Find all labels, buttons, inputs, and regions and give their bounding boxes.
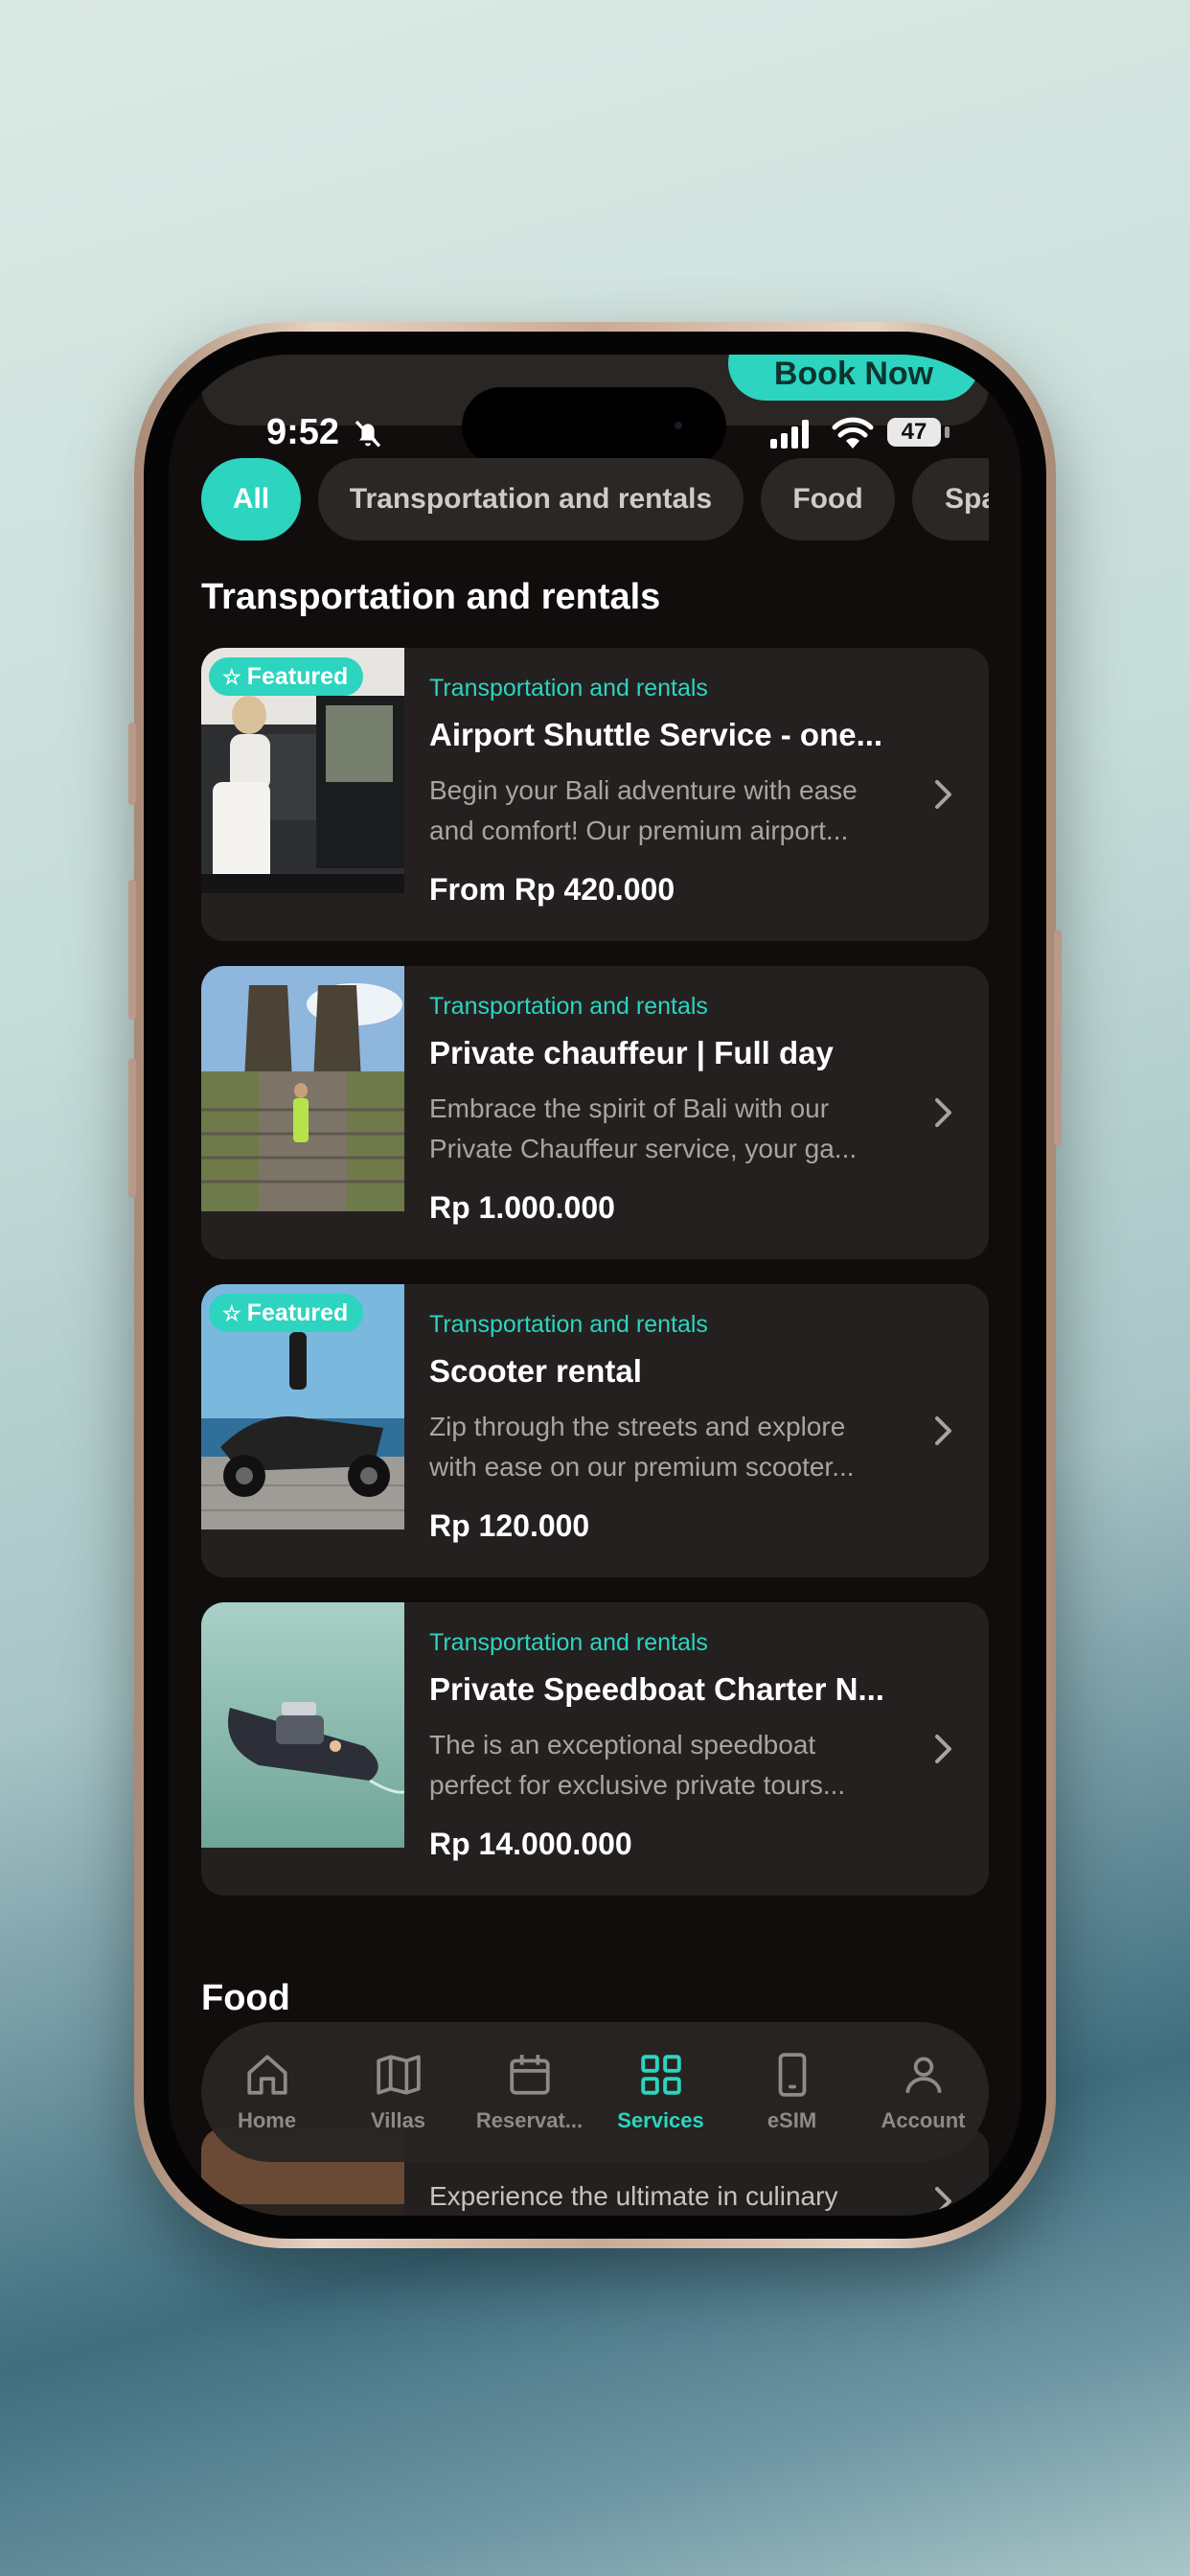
card-price: Rp 1.000.000 (429, 1190, 615, 1225)
battery-indicator: 47 (887, 418, 941, 447)
service-thumbnail (201, 966, 404, 1211)
service-card[interactable]: ☆ Featured Transportation and rentals Air… (201, 648, 989, 941)
card-description: The is an exceptional speedboat perfect … (429, 1725, 908, 1806)
card-description-line: Private Chauffeur service, your ga... (429, 1134, 858, 1163)
power-button (1054, 930, 1062, 1146)
service-card[interactable]: Transportation and rentals Private chauf… (201, 966, 989, 1259)
section-title-transportation: Transportation and rentals (201, 577, 661, 617)
card-description-line: and comfort! Our premium airport... (429, 816, 849, 845)
status-time: 9:52 (266, 412, 340, 452)
nav-account[interactable]: Account (858, 2022, 989, 2162)
nav-label: Services (617, 2108, 704, 2132)
nav-services[interactable]: Services (595, 2022, 726, 2162)
section-title-food: Food (201, 1978, 290, 2018)
app-screen: Book Now 9:52 47 All Transportation and … (169, 355, 1021, 2216)
filter-chip-all[interactable]: All (201, 458, 301, 540)
nav-label: Account (881, 2108, 966, 2132)
card-price: Rp 14.000.000 (429, 1827, 632, 1861)
card-title: Private Speedboat Charter N... (429, 1671, 884, 1707)
featured-badge: ☆ Featured (209, 657, 364, 696)
filter-chips: All Transportation and rentals Food Spa (201, 458, 989, 540)
card-description: Begin your Bali adventure with ease and … (429, 770, 908, 851)
featured-label: Featured (246, 663, 349, 690)
chevron-right-icon (935, 780, 951, 809)
featured-badge: ☆ Featured (209, 1294, 364, 1332)
filter-chip-food[interactable]: Food (761, 458, 895, 540)
map-icon (377, 2055, 421, 2095)
card-category: Transportation and rentals (429, 675, 708, 702)
nav-label: Home (237, 2108, 297, 2132)
home-icon (247, 2055, 287, 2095)
card-description: Experience the ultimate in culinary (429, 2181, 838, 2211)
card-description-line: Embrace the spirit of Bali with our (429, 1093, 830, 1123)
volume-down-button (128, 1058, 136, 1198)
card-description-line: perfect for exclusive private tours... (429, 1770, 846, 1800)
book-now-button[interactable]: Book Now (728, 355, 979, 401)
chevron-right-icon (935, 2187, 951, 2216)
user-icon (905, 2057, 942, 2093)
wifi-icon (832, 417, 874, 448)
card-category: Transportation and rentals (429, 1311, 708, 1338)
nav-label: eSIM (767, 2108, 817, 2132)
service-card[interactable]: ☆ Featured Transportation and rentals Sco… (201, 1284, 989, 1577)
dynamic-island (462, 387, 726, 466)
star-icon: ☆ (222, 1301, 241, 1325)
filter-chip-transportation[interactable]: Transportation and rentals (318, 458, 744, 540)
nav-home[interactable]: Home (201, 2022, 332, 2162)
nav-esim[interactable]: eSIM (726, 2022, 858, 2162)
temple-gate-photo (201, 966, 404, 1211)
card-category: Transportation and rentals (429, 993, 708, 1020)
card-description: Embrace the spirit of Bali with our Priv… (429, 1089, 908, 1169)
card-description-line: The is an exceptional speedboat (429, 1730, 816, 1760)
nav-label: Reservat... (475, 2108, 584, 2132)
card-title: Airport Shuttle Service - one... (429, 717, 883, 752)
bottom-nav: Home Villas Reservat... Services eSIM Ac… (201, 2022, 989, 2162)
filter-chip-spa[interactable]: Spa (912, 458, 989, 540)
volume-up-button (128, 880, 136, 1020)
card-description-line: Zip through the streets and explore (429, 1412, 846, 1441)
nav-label: Villas (370, 2108, 426, 2132)
phone-icon (778, 2053, 807, 2097)
card-description-line: Begin your Bali adventure with ease (429, 775, 858, 805)
card-category: Transportation and rentals (429, 1629, 708, 1656)
action-button (128, 723, 136, 805)
nav-villas[interactable]: Villas (332, 2022, 464, 2162)
card-description-line: with ease on our premium scooter... (429, 1452, 855, 1482)
speedboat-photo (201, 1602, 404, 1848)
signal-icon (770, 420, 809, 448)
card-price: From Rp 420.000 (429, 872, 675, 907)
bell-muted-icon (355, 420, 381, 448)
featured-label: Featured (246, 1300, 349, 1326)
chevron-right-icon (935, 1098, 951, 1127)
grid-icon (641, 2055, 681, 2095)
card-description: Zip through the streets and explore with… (429, 1407, 908, 1487)
calendar-icon (510, 2055, 550, 2095)
chevron-right-icon (935, 1735, 951, 1763)
camera-dot (675, 422, 682, 429)
card-price: Rp 120.000 (429, 1508, 590, 1543)
service-thumbnail (201, 1602, 404, 1848)
card-title: Scooter rental (429, 1353, 642, 1389)
card-title: Private chauffeur | Full day (429, 1035, 834, 1070)
star-icon: ☆ (222, 665, 241, 689)
chevron-right-icon (935, 1416, 951, 1445)
battery-nub (945, 426, 950, 438)
service-card[interactable]: Transportation and rentals Private Speed… (201, 1602, 989, 1896)
nav-reservations[interactable]: Reservat... (464, 2022, 595, 2162)
